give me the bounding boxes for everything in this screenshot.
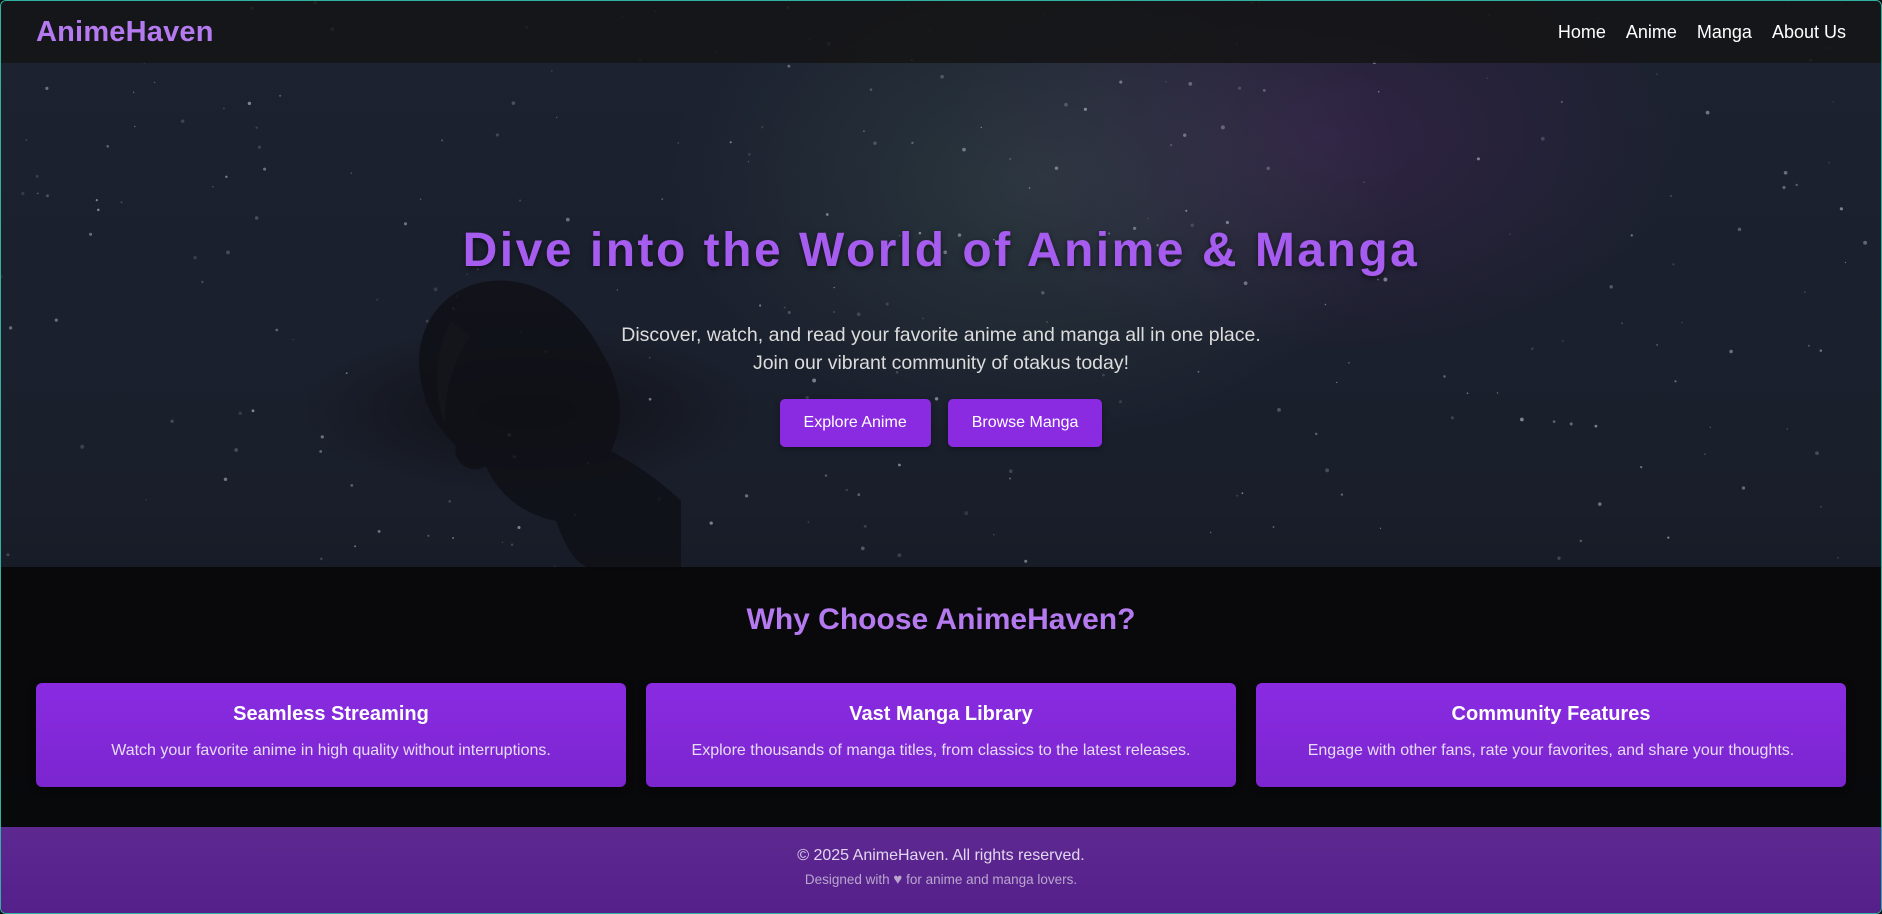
- app-window: AnimeHaven Home Anime Manga About Us Div…: [0, 0, 1882, 914]
- feature-card-text: Engage with other fans, rate your favori…: [1307, 742, 1795, 759]
- hero-subtitle: Discover, watch, and read your favorite …: [1, 321, 1881, 377]
- feature-card-text: Explore thousands of manga titles, from …: [691, 742, 1191, 759]
- footer-tagline-prefix: Designed with: [804, 872, 890, 887]
- hero-title: Dive into the World of Anime & Manga: [462, 224, 1420, 277]
- browse-manga-button[interactable]: Browse Manga: [947, 399, 1103, 447]
- nav-about-us[interactable]: About Us: [1772, 22, 1846, 43]
- features-section: Why Choose AnimeHaven? Seamless Streamin…: [1, 567, 1881, 827]
- site-footer: © 2025 AnimeHaven. All rights reserved. …: [1, 827, 1881, 913]
- hero-subtitle-line-2: Join our vibrant community of otakus tod…: [752, 352, 1130, 374]
- footer-tagline-suffix: for anime and manga lovers.: [906, 872, 1078, 887]
- nav-home[interactable]: Home: [1558, 22, 1606, 43]
- explore-anime-button[interactable]: Explore Anime: [779, 399, 931, 447]
- hero-subtitle-line-1: Discover, watch, and read your favorite …: [621, 324, 1261, 346]
- feature-card-streaming: Seamless Streaming Watch your favorite a…: [36, 683, 626, 787]
- feature-card-title: Vast Manga Library: [849, 703, 1033, 725]
- feature-card-community: Community Features Engage with other fan…: [1256, 683, 1846, 787]
- nav-manga[interactable]: Manga: [1697, 22, 1752, 43]
- feature-card-manga-library: Vast Manga Library Explore thousands of …: [646, 683, 1236, 787]
- hero-button-group: Explore Anime Browse Manga: [1, 399, 1881, 447]
- nav-anime[interactable]: Anime: [1626, 22, 1677, 43]
- heart-icon: ♥: [893, 871, 903, 888]
- footer-copyright: © 2025 AnimeHaven. All rights reserved.: [797, 847, 1085, 864]
- main-nav: Home Anime Manga About Us: [1558, 22, 1846, 43]
- top-navbar: AnimeHaven Home Anime Manga About Us: [1, 1, 1881, 63]
- feature-card-title: Seamless Streaming: [233, 703, 429, 725]
- site-logo[interactable]: AnimeHaven: [36, 16, 214, 49]
- hero-section: Dive into the World of Anime & Manga Dis…: [1, 63, 1881, 567]
- feature-card-title: Community Features: [1451, 703, 1651, 725]
- features-title: Why Choose AnimeHaven?: [746, 603, 1136, 636]
- feature-cards: Seamless Streaming Watch your favorite a…: [36, 683, 1846, 787]
- footer-tagline: Designed with ♥ for anime and manga love…: [1, 871, 1881, 888]
- feature-card-text: Watch your favorite anime in high qualit…: [111, 742, 551, 759]
